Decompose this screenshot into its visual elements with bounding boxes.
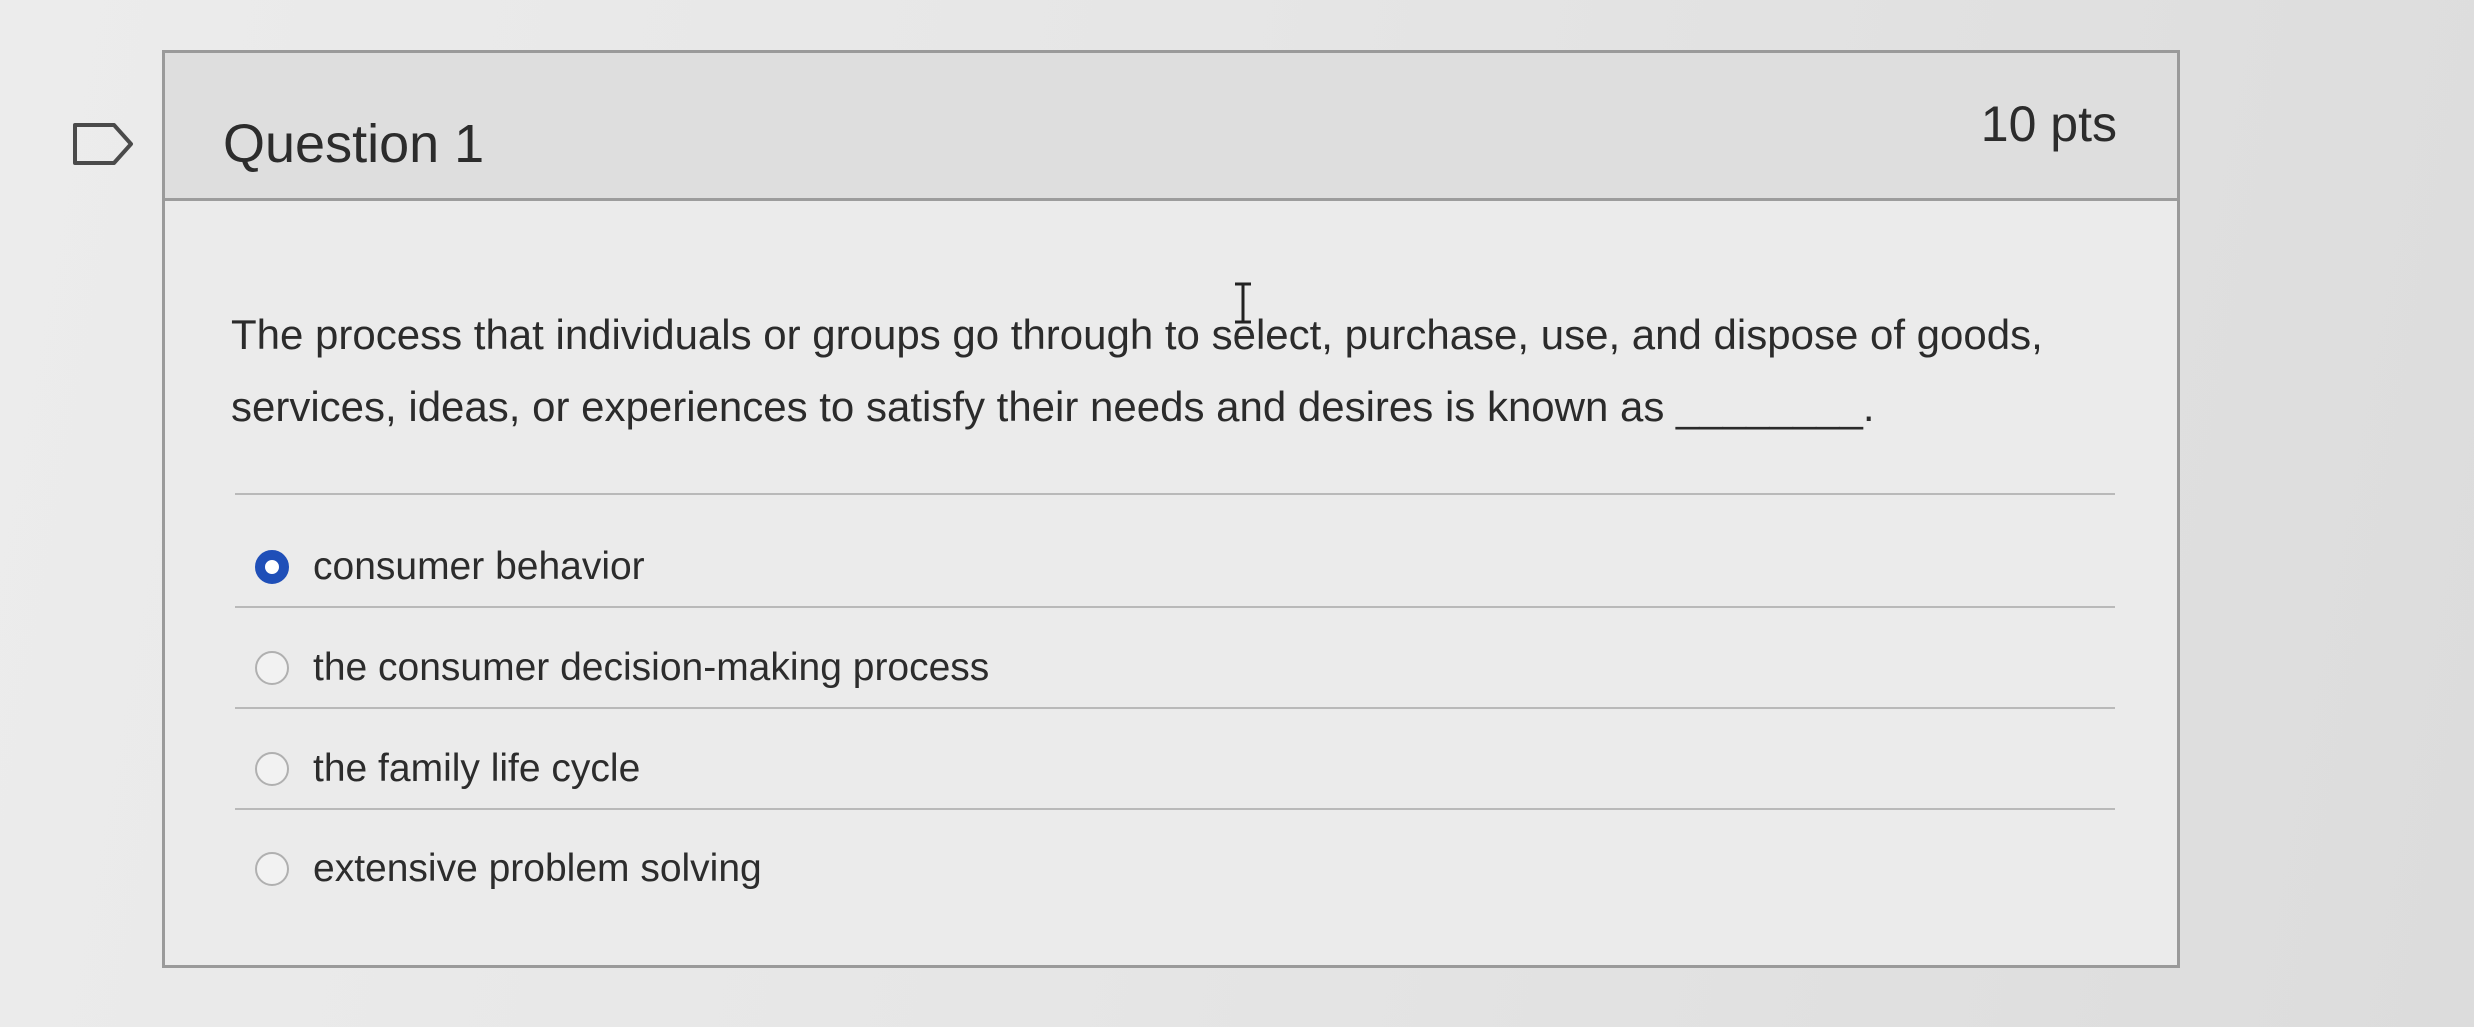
radio-unselected-icon[interactable] (255, 852, 289, 886)
question-points: 10 pts (1980, 96, 2117, 152)
quiz-page: Question 1 10 pts The process that indiv… (0, 0, 2474, 1027)
radio-unselected-icon[interactable] (255, 752, 289, 786)
question-text: The process that individuals or groups g… (231, 311, 2043, 430)
answer-option-3[interactable]: the family life cycle (255, 739, 640, 799)
answer-label: consumer behavior (313, 545, 645, 588)
answer-divider (235, 808, 2115, 810)
flag-question-icon[interactable] (72, 122, 134, 166)
radio-selected-icon[interactable] (255, 550, 289, 584)
answer-divider (235, 606, 2115, 608)
answer-label: the family life cycle (313, 747, 641, 790)
question-title: Question 1 (223, 114, 485, 174)
question-header: Question 1 10 pts (165, 53, 2177, 201)
radio-unselected-icon[interactable] (255, 651, 289, 685)
answer-option-2[interactable]: the consumer decision-making process (255, 638, 989, 698)
answer-label: extensive problem solving (313, 847, 762, 890)
question-card: Question 1 10 pts The process that indiv… (162, 50, 2180, 968)
answer-option-1[interactable]: consumer behavior (255, 537, 645, 597)
answer-label: the consumer decision-making process (313, 646, 990, 689)
question-divider (235, 493, 2115, 495)
answer-divider (235, 707, 2115, 709)
answer-option-4[interactable]: extensive problem solving (255, 839, 762, 899)
text-cursor-icon (1235, 282, 1251, 324)
